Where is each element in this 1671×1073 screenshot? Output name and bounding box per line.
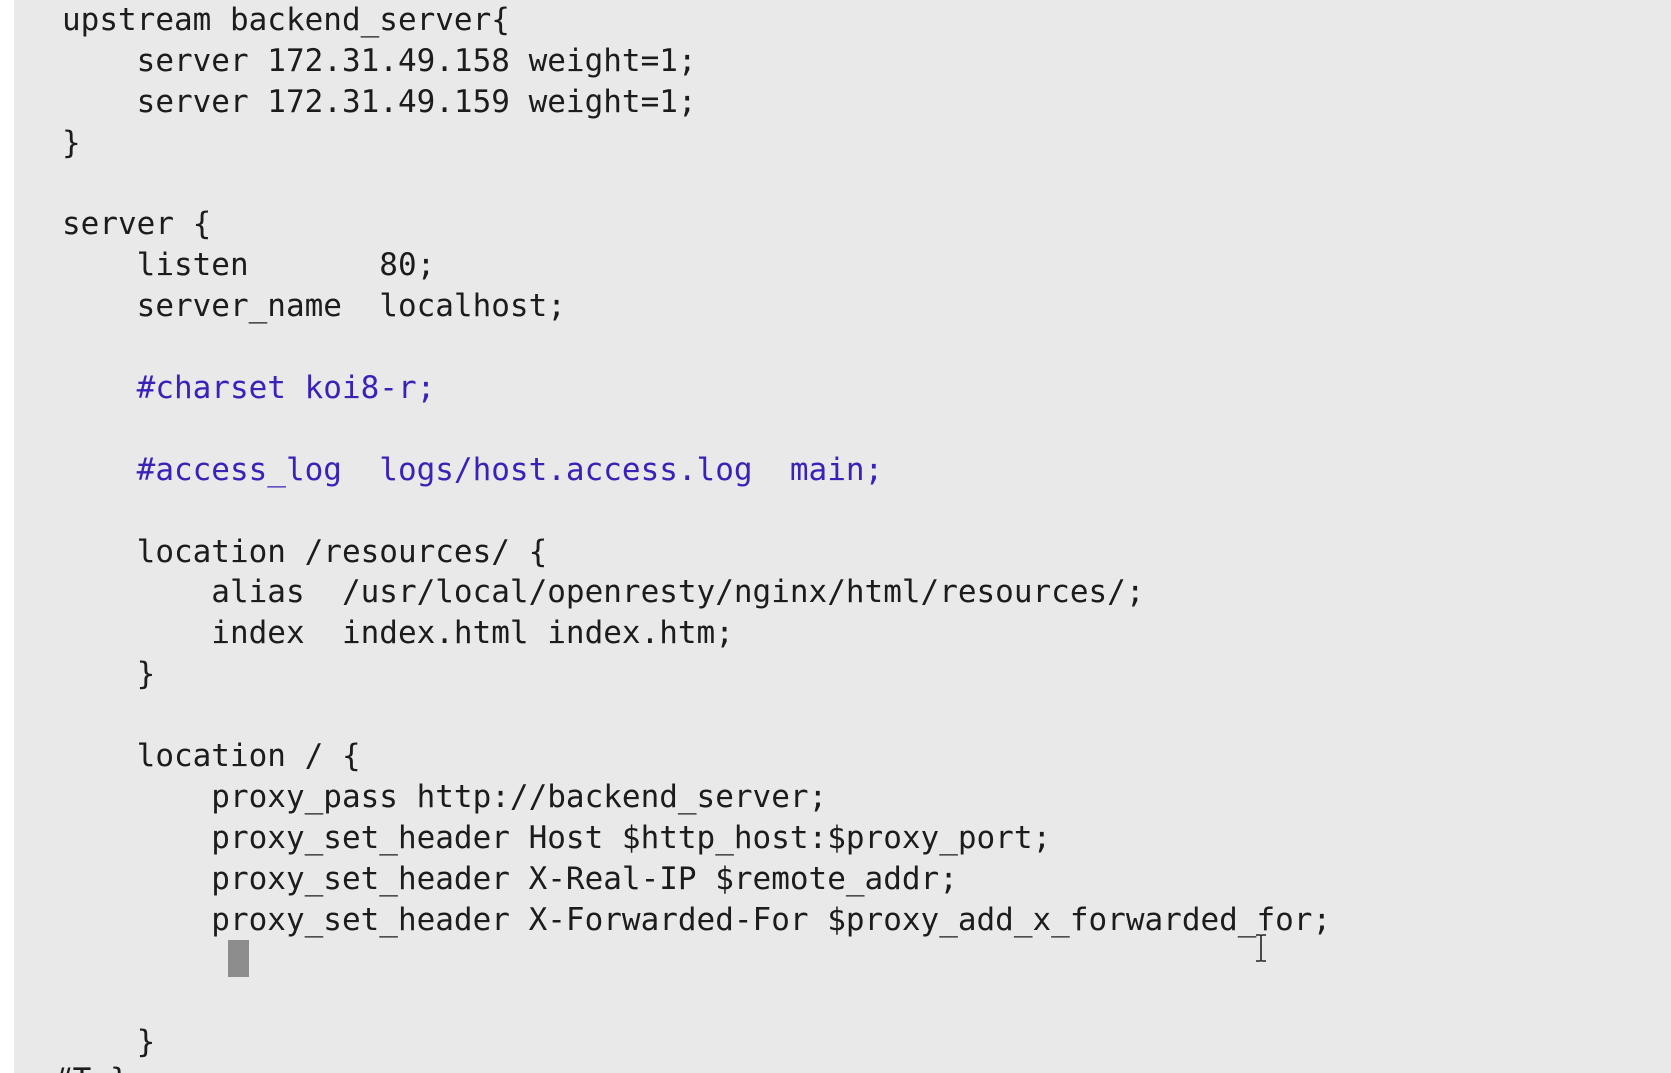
comment-line: #charset koi8-r;: [62, 370, 436, 407]
comment-line: #access_log logs/host.access.log main;: [62, 451, 884, 488]
code-line: server 172.31.49.158 weight=1;: [62, 42, 697, 79]
code-line: location / {: [62, 738, 361, 775]
code-line: alias /usr/local/openresty/nginx/html/re…: [62, 574, 1145, 611]
code-line: proxy_set_header X-Forwarded-For $proxy_…: [62, 901, 1332, 938]
code-line: }: [62, 1024, 156, 1061]
code-line: proxy_pass http://backend_server;: [62, 778, 828, 815]
code-line: }: [62, 656, 156, 693]
code-line: index index.html index.htm;: [62, 615, 734, 652]
code-text-area[interactable]: upstream backend_server{ server 172.31.4…: [62, 0, 1331, 1063]
code-line: server 172.31.49.159 weight=1;: [62, 83, 697, 120]
partially-visible-line: #T }: [54, 1060, 129, 1073]
code-line: upstream backend_server{: [62, 2, 510, 38]
text-insertion-cursor: [228, 940, 249, 977]
code-line: listen 80;: [62, 247, 436, 284]
text-cursor-ibeam-icon: [1254, 934, 1268, 962]
code-line: proxy_set_header Host $http_host:$proxy_…: [62, 819, 1052, 856]
code-line: proxy_set_header X-Real-IP $remote_addr;: [62, 860, 958, 897]
code-line: server_name localhost;: [62, 288, 566, 325]
code-line: }: [62, 124, 81, 161]
code-line: server {: [62, 206, 212, 243]
code-line: location /resources/ {: [62, 533, 548, 570]
code-editor[interactable]: upstream backend_server{ server 172.31.4…: [14, 0, 1671, 1073]
